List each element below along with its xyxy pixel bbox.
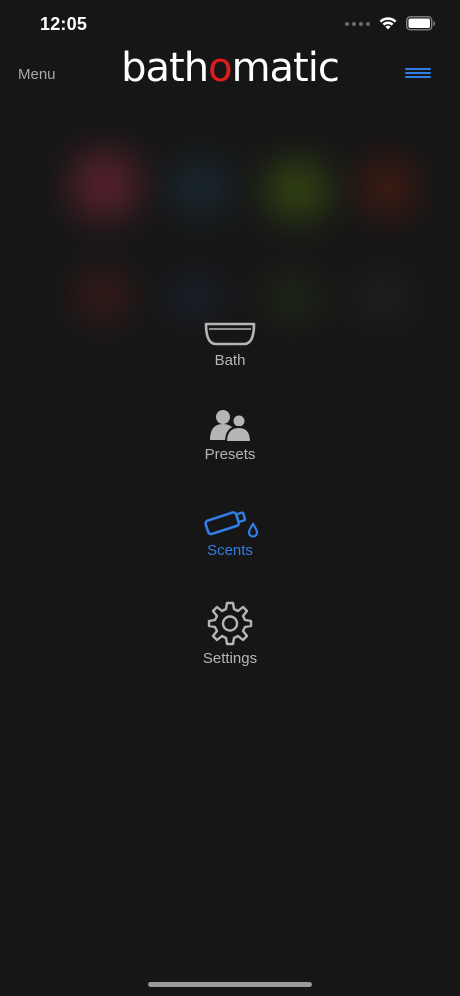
nav-label-bath: Bath xyxy=(214,352,246,369)
nav-label-presets: Presets xyxy=(204,446,256,463)
logo-part-1: bath xyxy=(121,45,209,91)
nav-label-settings: Settings xyxy=(202,650,258,667)
nav-item-presets[interactable]: Presets xyxy=(150,408,310,463)
wifi-icon xyxy=(379,17,397,30)
logo-part-2: matic xyxy=(231,45,340,91)
scent-bottle-icon xyxy=(204,511,259,538)
home-indicator[interactable] xyxy=(148,982,312,987)
hamburger-menu-icon[interactable] xyxy=(405,68,431,80)
status-icons xyxy=(345,16,436,31)
logo-accent: o xyxy=(208,45,233,91)
battery-icon xyxy=(406,16,435,31)
signal-icon xyxy=(345,21,370,26)
status-time: 12:05 xyxy=(40,14,88,34)
nav-item-scents[interactable]: Scents xyxy=(150,504,310,559)
nav-label-scents: Scents xyxy=(207,542,253,559)
bathtub-icon xyxy=(204,322,256,346)
nav-item-settings[interactable]: Settings xyxy=(150,600,310,667)
nav-item-bath[interactable]: Bath xyxy=(150,320,310,369)
users-icon xyxy=(210,410,252,442)
status-bar: 12:05 xyxy=(0,0,460,50)
app-header: Menu bathomatic xyxy=(0,44,460,104)
gear-icon xyxy=(207,601,253,646)
bathomatic-logo: bathomatic xyxy=(0,44,460,92)
